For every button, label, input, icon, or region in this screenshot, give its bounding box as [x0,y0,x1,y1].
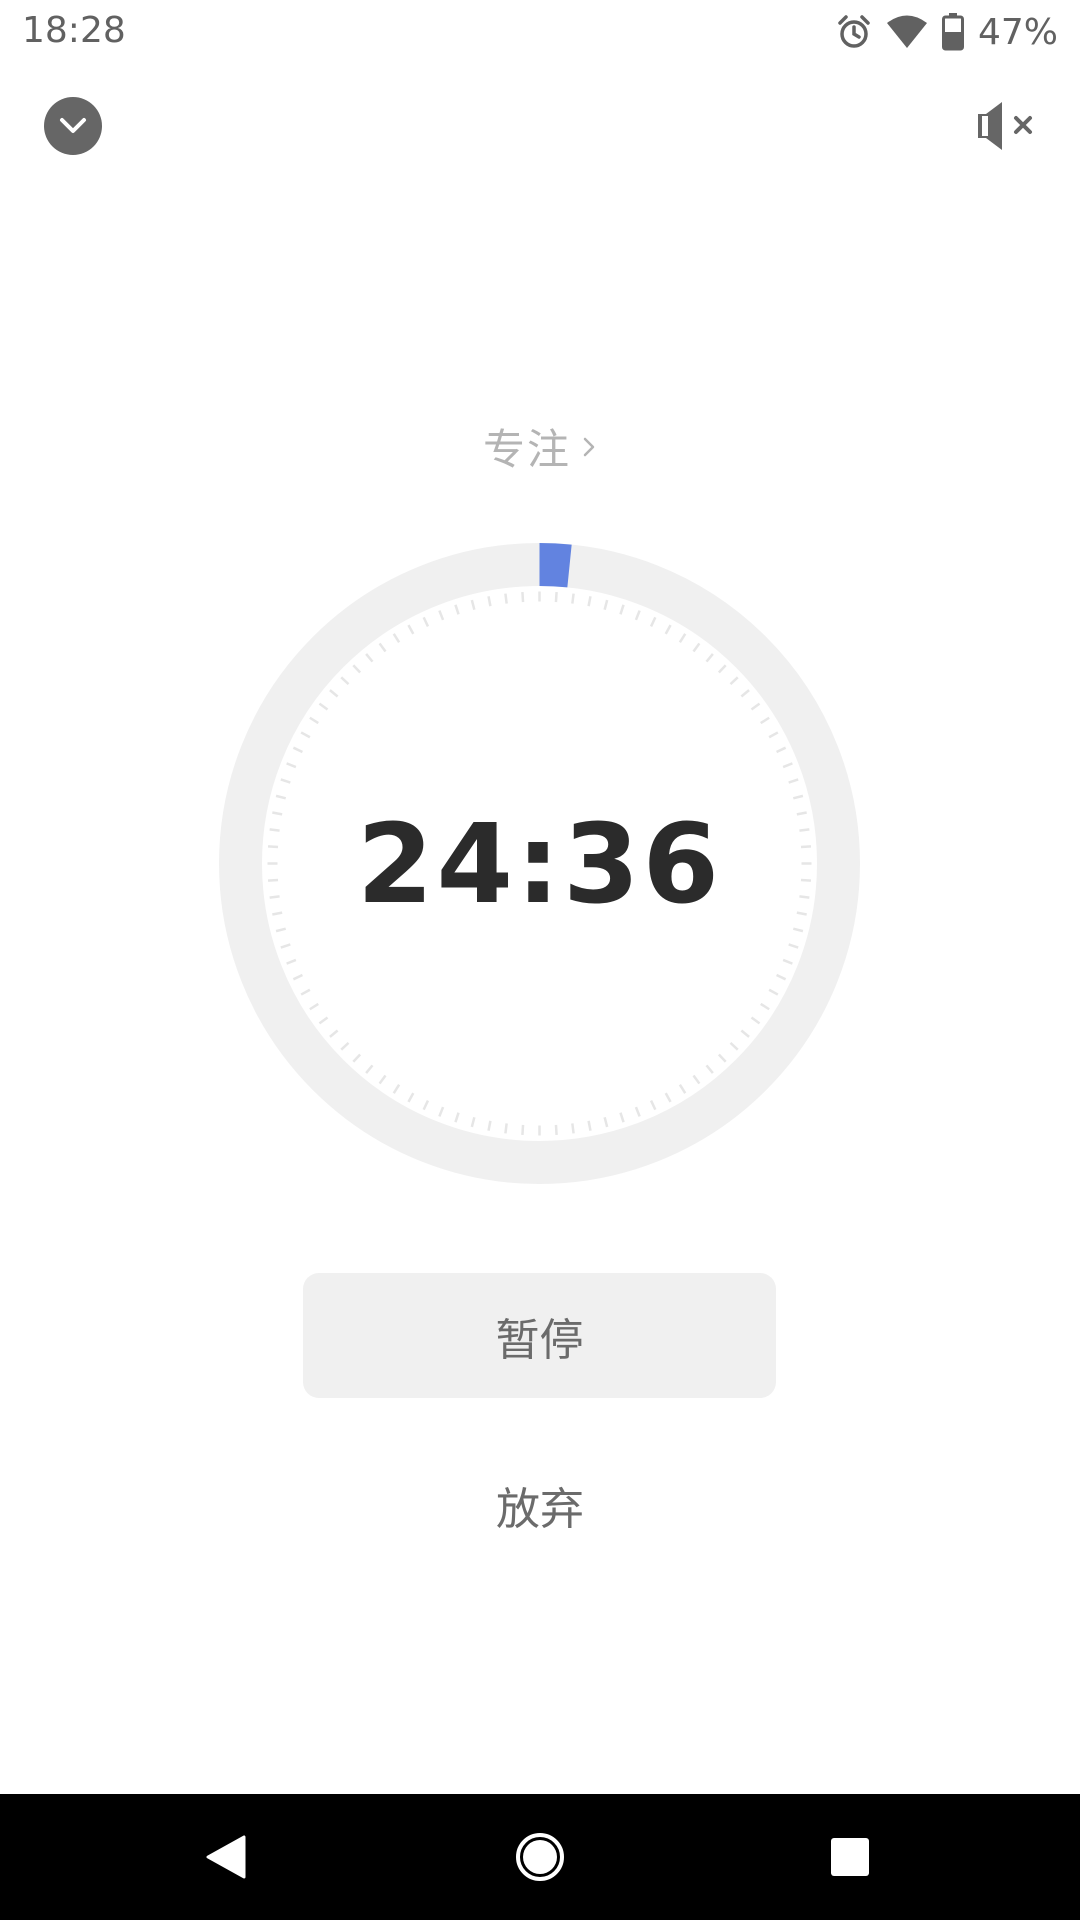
collapse-button[interactable] [44,97,102,155]
alarm-icon [836,14,872,50]
status-time: 18:28 [22,10,126,51]
home-icon [516,1833,564,1881]
back-icon [206,1835,246,1879]
battery-icon [941,13,964,51]
recents-icon [831,1838,869,1876]
mode-selector[interactable]: 专注 [0,416,1080,477]
pause-button[interactable]: 暂停 [303,1273,776,1398]
navigation-bar [0,1794,1080,1920]
mute-button[interactable] [972,100,1040,152]
timer-display: 24:36 [356,799,723,928]
home-button[interactable] [460,1794,620,1920]
chevron-down-icon [60,118,86,133]
wifi-icon [886,14,928,50]
status-bar: 18:28 47% [0,0,1080,66]
battery-percent: 47% [977,11,1058,53]
status-icons: 47% [836,8,1058,56]
volume-muted-icon [978,102,1032,150]
mode-label: 专注 [482,425,571,474]
chevron-right-icon [583,437,595,456]
recents-button[interactable] [770,1794,930,1920]
abandon-button[interactable]: 放弃 [400,1470,680,1540]
back-button[interactable] [146,1794,306,1920]
